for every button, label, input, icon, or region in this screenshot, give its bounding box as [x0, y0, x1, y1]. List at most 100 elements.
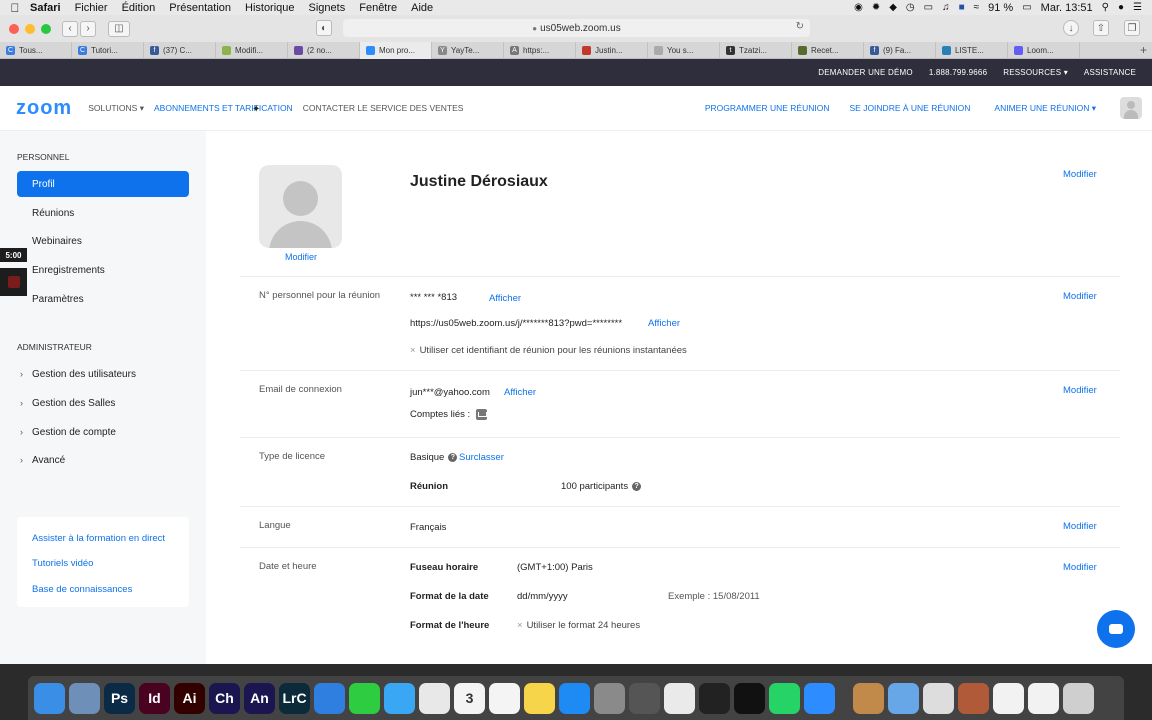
browser-tab[interactable]: (2 no...	[288, 41, 360, 59]
close-window-button[interactable]	[9, 23, 19, 34]
sidebar-item-enregistrements[interactable]: Enregistrements	[17, 257, 189, 283]
menubar-clock[interactable]: Mar. 13:51	[1041, 2, 1093, 14]
live-training-link[interactable]: Assister à la formation en direct	[32, 533, 165, 544]
stop-recording-button[interactable]	[0, 268, 27, 296]
forward-button[interactable]: ›	[80, 20, 96, 37]
notification-center-icon[interactable]: ☰	[1133, 2, 1142, 13]
name-modify-link[interactable]: Modifier	[1063, 169, 1097, 180]
language-modify-link[interactable]: Modifier	[1063, 521, 1097, 532]
spotlight-search-icon[interactable]: ⚲	[1102, 2, 1109, 13]
browser-tab[interactable]: Recet...	[792, 41, 864, 59]
menu-fichier[interactable]: Fichier	[75, 2, 108, 14]
dock-messages-icon[interactable]	[384, 682, 415, 714]
dock-app-store-icon[interactable]	[559, 682, 590, 714]
browser-tab-active[interactable]: Mon pro...	[360, 41, 432, 59]
dock-activity-monitor-icon[interactable]	[699, 682, 730, 714]
browser-tab[interactable]: Ahttps:...	[504, 41, 576, 59]
dock-trash-icon[interactable]	[1063, 682, 1094, 714]
dock-notes-icon[interactable]	[524, 682, 555, 714]
sidebar-item-reunions[interactable]: Réunions	[17, 200, 189, 226]
sidebar-item-room-management[interactable]: › Gestion des Salles	[17, 390, 189, 416]
clock-status-icon[interactable]: ◷	[906, 2, 915, 13]
dock-finder-icon[interactable]	[34, 682, 65, 714]
user-avatar-button[interactable]	[1120, 97, 1142, 119]
help-icon[interactable]: ?	[632, 481, 642, 491]
share-button[interactable]: ⇧	[1093, 20, 1109, 36]
resources-menu[interactable]: RESSOURCES ▾	[1003, 68, 1068, 77]
downloads-button[interactable]: ↓	[1063, 20, 1079, 36]
record-status-icon[interactable]: ◉	[854, 2, 863, 13]
maximize-window-button[interactable]	[41, 23, 51, 34]
tab-overview-button[interactable]: ❐	[1124, 20, 1140, 36]
dock-kindle-icon[interactable]	[734, 682, 765, 714]
volume-icon[interactable]: ♫	[942, 2, 950, 13]
browser-tab[interactable]: Y YayTe...	[432, 41, 504, 59]
dock-downloads-icon[interactable]	[958, 682, 989, 714]
browser-tab[interactable]: t Tzatzi...	[720, 41, 792, 59]
dock-indesign-icon[interactable]: Id	[139, 682, 170, 714]
menu-safari[interactable]: Safari	[30, 2, 61, 14]
browser-tab[interactable]: Modifi...	[216, 41, 288, 59]
browser-tab[interactable]: C Tous...	[0, 41, 72, 59]
privacy-shield-icon[interactable]: ◐	[316, 20, 332, 36]
battery-icon[interactable]: ▭	[1022, 2, 1031, 13]
reload-icon[interactable]: ↻	[796, 21, 804, 32]
dock-printer-icon[interactable]	[923, 682, 954, 714]
sidebar-item-profil[interactable]: Profil	[17, 171, 189, 197]
dock-preview-icon[interactable]	[69, 682, 100, 714]
flag-fr-icon[interactable]: ■	[959, 2, 965, 13]
solutions-menu[interactable]: SOLUTIONS ▾	[88, 103, 144, 114]
browser-tab[interactable]: f (37) C...	[144, 41, 216, 59]
knowledge-base-link[interactable]: Base de connaissances	[32, 584, 132, 595]
minimize-window-button[interactable]	[25, 23, 35, 34]
browser-tab[interactable]: LISTE...	[936, 41, 1008, 59]
contact-sales-link[interactable]: CONTACTER LE SERVICE DES VENTES	[303, 103, 464, 113]
dock-textedit-icon[interactable]	[664, 682, 695, 714]
profile-photo[interactable]	[259, 165, 342, 248]
dock-whatsapp-icon[interactable]	[769, 682, 800, 714]
browser-tab[interactable]: You s...	[648, 41, 720, 59]
dock-home-folder-icon[interactable]	[853, 682, 884, 714]
phone-number-link[interactable]: 1.888.799.9666	[929, 68, 987, 77]
apple-menu-icon[interactable]: 	[0, 1, 30, 15]
dock-reminders-icon[interactable]	[489, 682, 520, 714]
browser-tab[interactable]: Loom...	[1008, 41, 1080, 59]
menu-fenetre[interactable]: Fenêtre	[359, 2, 397, 14]
sidebar-item-webinaires[interactable]: Webinaires	[17, 228, 189, 254]
dock-keynote-icon[interactable]	[629, 682, 660, 714]
address-bar[interactable]: ● us05web.zoom.us ↻	[343, 19, 810, 37]
new-tab-button[interactable]: +	[1140, 43, 1152, 57]
dock-photos-icon[interactable]	[419, 682, 450, 714]
dropbox-icon[interactable]: ◆	[889, 2, 897, 13]
email-modify-link[interactable]: Modifier	[1063, 385, 1097, 396]
dock-document-2-icon[interactable]	[1028, 682, 1059, 714]
plans-pricing-link[interactable]: ABONNEMENTS ET TARIFICATION	[154, 103, 293, 113]
sidebar-item-parametres[interactable]: Paramètres	[17, 286, 189, 312]
sidebar-item-advanced[interactable]: › Avancé	[17, 447, 189, 473]
menu-historique[interactable]: Historique	[245, 2, 295, 14]
request-demo-link[interactable]: DEMANDER UNE DÉMO	[818, 68, 913, 77]
browser-tab[interactable]: C Tutori...	[72, 41, 144, 59]
sidebar-toggle-button[interactable]: ◫	[108, 20, 130, 37]
dock-zoom-icon[interactable]	[804, 682, 835, 714]
airplay-icon[interactable]: ▭	[924, 2, 933, 13]
dock-applications-folder-icon[interactable]	[888, 682, 919, 714]
email-show-link[interactable]: Afficher	[504, 387, 536, 398]
dock-system-preferences-icon[interactable]	[594, 682, 625, 714]
pmi-modify-link[interactable]: Modifier	[1063, 291, 1097, 302]
host-meeting-menu[interactable]: ANIMER UNE RÉUNION ▾	[994, 103, 1096, 114]
menu-edition[interactable]: Édition	[122, 2, 156, 14]
dock-photoshop-icon[interactable]: Ps	[104, 682, 135, 714]
pmi-show-link[interactable]: Afficher	[489, 293, 521, 304]
dock-facetime-icon[interactable]	[349, 682, 380, 714]
menu-signets[interactable]: Signets	[309, 2, 346, 14]
browser-tab[interactable]: Justin...	[576, 41, 648, 59]
dock-illustrator-icon[interactable]: Ai	[174, 682, 205, 714]
help-icon[interactable]: ?	[448, 452, 458, 462]
menu-presentation[interactable]: Présentation	[169, 2, 231, 14]
dock-animate-icon[interactable]: An	[244, 682, 275, 714]
video-tutorials-link[interactable]: Tutoriels vidéo	[32, 558, 93, 569]
zoom-logo[interactable]: zoom	[16, 97, 72, 120]
dock-lightroom-classic-icon[interactable]: LrC	[279, 682, 310, 714]
wifi-icon[interactable]: ≈	[974, 2, 980, 13]
